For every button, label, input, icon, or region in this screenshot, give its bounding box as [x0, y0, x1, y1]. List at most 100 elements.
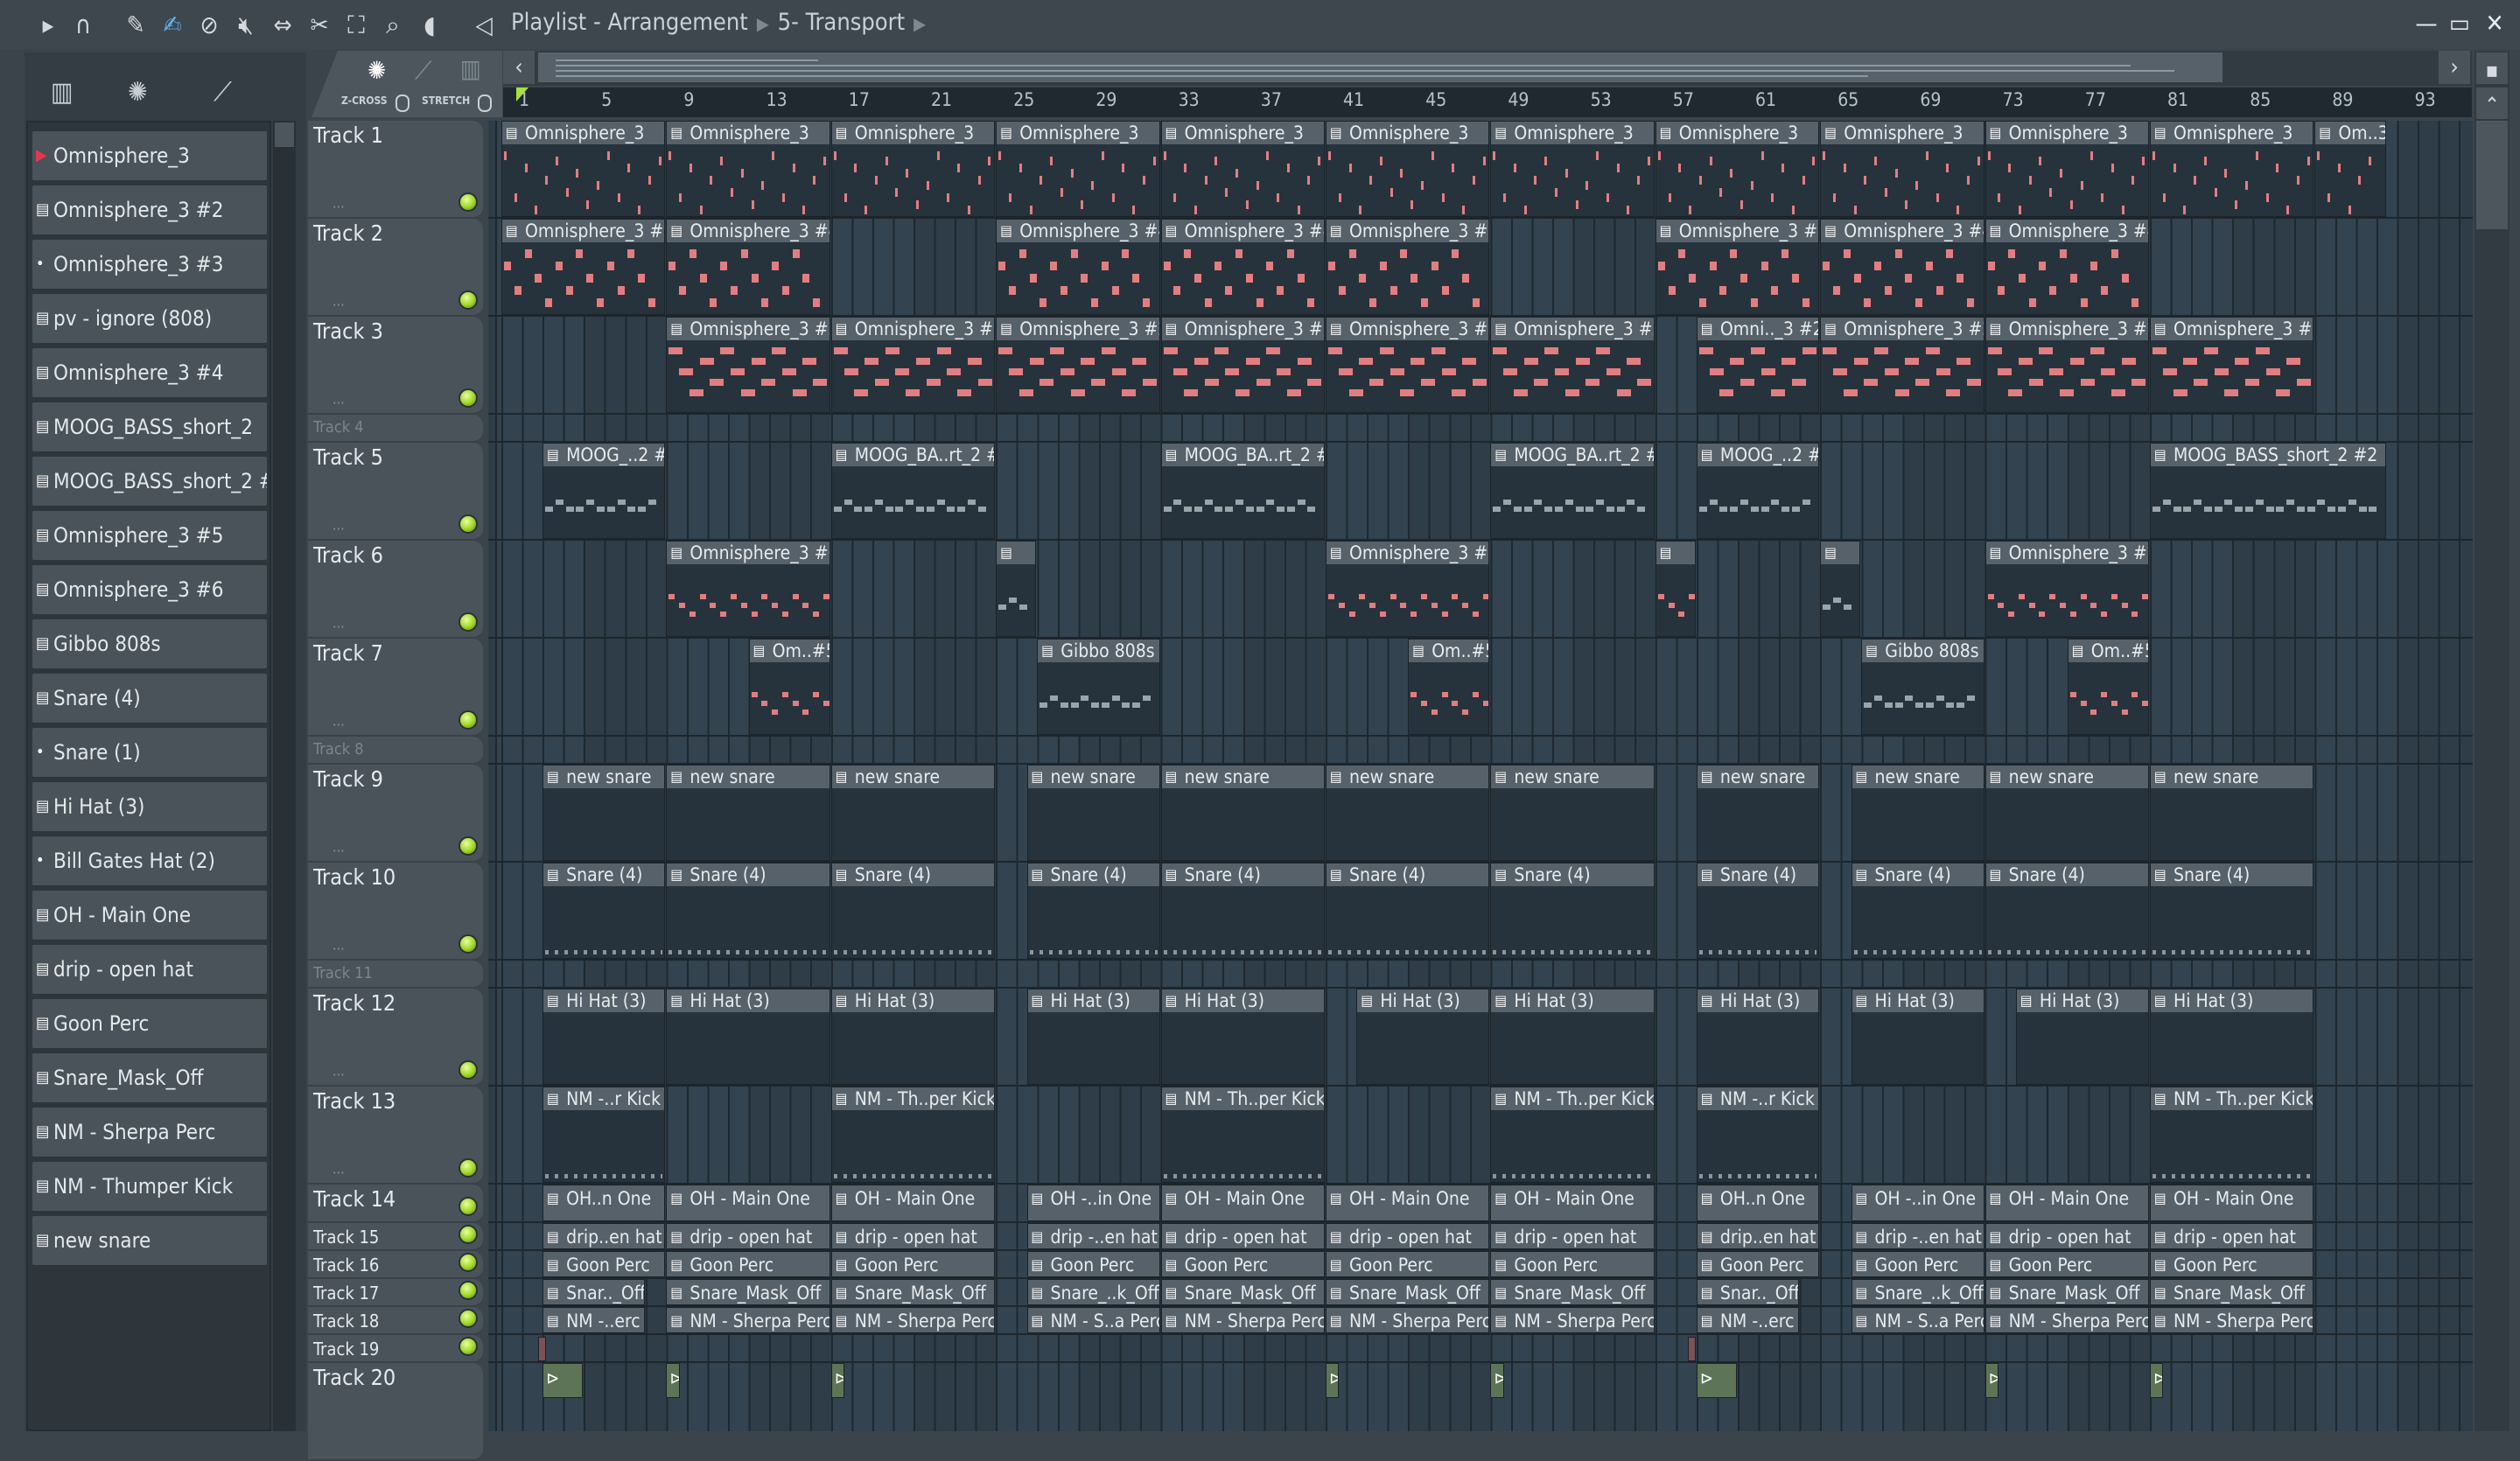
- slice-icon[interactable]: ✂: [304, 10, 334, 40]
- clip-header[interactable]: ▤ drip - open hat: [1161, 1224, 1324, 1248]
- pattern-clip[interactable]: ▤ Omnisphere_3 #2: [1820, 317, 1984, 413]
- track-header[interactable]: Track 8: [308, 737, 483, 765]
- clip-header[interactable]: ▤ Hi Hat (3): [831, 989, 995, 1012]
- clip-header[interactable]: ▤ Omnisphere_3 #2: [2151, 318, 2314, 340]
- slip-icon[interactable]: ⇔: [268, 10, 298, 40]
- clip-header[interactable]: ▤ Snare (4): [1161, 863, 1324, 886]
- clip-header[interactable]: ▤ Omnisphere_3 #4: [997, 220, 1159, 242]
- clip-header[interactable]: ▤ Gibbo 808s: [1038, 640, 1159, 662]
- track-enable-led[interactable]: [458, 1060, 478, 1080]
- pattern-clip[interactable]: ▤ MOOG_BA..rt_2 #2: [1490, 443, 1655, 539]
- pattern-clip[interactable]: ▤ NM - Th..per Kick: [830, 1087, 996, 1183]
- clip-header[interactable]: ▤ Omnisphere_3 #4: [1656, 220, 1819, 242]
- vertical-scroll-thumb[interactable]: [2476, 121, 2508, 229]
- track-row[interactable]: ▤ NM -..r Kick ▤ NM - Th..per Kick ▤ NM - Th.…: [488, 1087, 2473, 1185]
- pattern-clip[interactable]: ▤ NM - Th..per Kick: [1490, 1087, 1655, 1183]
- clip-header[interactable]: ▤ Omnisphere_3 #4: [667, 220, 830, 242]
- pattern-clip[interactable]: ▤ OH - Main One: [666, 1185, 830, 1221]
- pattern-clip[interactable]: ▤ Omnisphere_3 #4: [501, 219, 666, 315]
- clip-header[interactable]: ▤ MOOG_BA..rt_2 #2: [1491, 444, 1654, 466]
- pattern-clip[interactable]: ▤ drip -..en hat: [1026, 1223, 1160, 1249]
- clip-header[interactable]: ▤ Goon Perc: [1697, 1252, 1819, 1276]
- pattern-clip[interactable]: ▤ NM - Sherpa Perc: [666, 1307, 830, 1333]
- pattern-clip[interactable]: ▤ NM -..erc: [1696, 1307, 1799, 1333]
- clip-header[interactable]: ▤ NM - Th..per Kick: [831, 1087, 995, 1110]
- clip-header[interactable]: ▤ Snare (4): [1852, 863, 1984, 886]
- clip-header[interactable]: ▤ Hi Hat (3): [667, 989, 830, 1012]
- automation-clip[interactable]: ⊳: [1696, 1363, 1737, 1398]
- pattern-clip[interactable]: ▤ Gibbo 808s: [1861, 639, 1984, 735]
- pattern-clip[interactable]: ▤ Goon Perc: [830, 1251, 996, 1277]
- track-header[interactable]: Track 18: [308, 1307, 483, 1335]
- pattern-clip[interactable]: ▤ Snare (4): [1160, 863, 1325, 959]
- scroll-right-button[interactable]: ›: [2439, 51, 2470, 84]
- pattern-clip[interactable]: ▤ Hi Hat (3): [1356, 989, 1490, 1085]
- clip-header[interactable]: ▤ drip - open hat: [667, 1224, 830, 1248]
- clip-header[interactable]: ▤ OH - Main One: [1161, 1185, 1324, 1220]
- pattern-clip[interactable]: ▤ Snare (4): [542, 863, 666, 959]
- clip-header[interactable]: ▤ OH -..in One: [1852, 1185, 1984, 1220]
- pattern-clip[interactable]: ▤ MOOG_BA..rt_2 #2: [830, 443, 996, 539]
- pattern-clip[interactable]: ▤ OH..n One: [1696, 1185, 1820, 1221]
- pattern-clip[interactable]: ▤ Snare (4): [1490, 863, 1655, 959]
- scroll-thumb[interactable]: [275, 122, 294, 147]
- pattern-clip[interactable]: ▤ NM -..erc: [542, 1307, 645, 1333]
- clip-header[interactable]: ▤ Omnisphere_3: [1985, 122, 2148, 144]
- pattern-clip[interactable]: ▤ Omnisphere_3 #4: [996, 219, 1160, 315]
- clip-header[interactable]: ▤ Hi Hat (3): [1852, 989, 1984, 1012]
- pattern-clip[interactable]: ▤ new snare: [1160, 765, 1325, 861]
- track-header[interactable]: Track 3 ···: [308, 317, 483, 415]
- pattern-clip[interactable]: ▤ Hi Hat (3): [2150, 989, 2314, 1085]
- marker-clip[interactable]: [538, 1337, 546, 1361]
- clip-header[interactable]: ▤ Goon Perc: [1852, 1252, 1984, 1276]
- track-enable-led[interactable]: [458, 612, 478, 632]
- track-row[interactable]: [488, 961, 2473, 989]
- track-options-icon[interactable]: ···: [332, 717, 345, 733]
- pattern-clip[interactable]: ▤ Snare (4): [1851, 863, 1984, 959]
- track-row[interactable]: ▤ Om..#5 ▤ Gibbo 808s ▤ Om..#5 ▤ Gibbo 808s ▤ Om.…: [488, 639, 2473, 737]
- zoom-icon[interactable]: ⌕: [378, 10, 408, 40]
- pattern-clip[interactable]: ▤ Omnisphere_3: [1820, 121, 1984, 217]
- clip-header[interactable]: ▤ Goon Perc: [1326, 1252, 1489, 1276]
- clip-header[interactable]: ▤ NM - Th..per Kick: [2151, 1087, 2314, 1110]
- clip-header[interactable]: ▤ drip - open hat: [1326, 1224, 1489, 1248]
- track-header[interactable]: Track 7 ···: [308, 639, 483, 737]
- track-enable-led[interactable]: [458, 934, 478, 954]
- vertical-scrollbar[interactable]: ▪ ⌃: [2474, 51, 2510, 1431]
- clip-header[interactable]: ▤ Goon Perc: [831, 1252, 995, 1276]
- pattern-clip[interactable]: ▤ Omnisphere_3 #4: [1160, 219, 1325, 315]
- pattern-clip[interactable]: ▤ Snare (4): [2150, 863, 2314, 959]
- pattern-clip[interactable]: ▤ OH -..in One: [1851, 1185, 1984, 1221]
- pattern-clip[interactable]: ▤ Gibbo 808s: [1037, 639, 1160, 735]
- pattern-clip[interactable]: ▤ Hi Hat (3): [666, 989, 830, 1085]
- marker-clip[interactable]: [1688, 1337, 1696, 1361]
- clip-header[interactable]: ▤ Snar.._Off: [543, 1280, 644, 1304]
- track-enable-led[interactable]: [458, 290, 478, 310]
- pattern-clip[interactable]: ▤ OH - Main One: [1490, 1185, 1655, 1221]
- track-row[interactable]: [488, 737, 2473, 765]
- pattern-clip[interactable]: ▤ Omnisphere_3 #2: [666, 317, 830, 413]
- clip-header[interactable]: ▤ Omnisphere_3: [1491, 122, 1654, 144]
- pattern-item[interactable]: ▤ drip - open hat: [32, 945, 267, 994]
- scroll-up-button[interactable]: ⌃: [2476, 87, 2508, 119]
- clip-header[interactable]: ▤ NM - Sherpa Perc: [1161, 1308, 1324, 1332]
- pattern-clip[interactable]: ▤ drip - open hat: [1984, 1223, 2149, 1249]
- pattern-clip[interactable]: ▤ MOOG_..2 #2: [542, 443, 666, 539]
- clip-header[interactable]: ▤ Snare_Mask_Off: [1491, 1280, 1654, 1304]
- automation-filter-icon[interactable]: ⟋: [214, 77, 232, 108]
- pattern-clip[interactable]: ▤ Goon Perc: [542, 1251, 666, 1277]
- clip-header[interactable]: ▤ Omnisphere_3 #2: [1491, 318, 1654, 340]
- clip-header[interactable]: ▤ Omnisphere_3: [997, 122, 1159, 144]
- pattern-item[interactable]: ▤ NM - Thumper Kick: [32, 1162, 267, 1211]
- clip-header[interactable]: ▤ drip - open hat: [2151, 1224, 2314, 1248]
- mute-icon[interactable]: 🔇︎: [231, 10, 261, 40]
- clip-header[interactable]: ▤ Omnisphere_3: [1326, 122, 1489, 144]
- clip-header[interactable]: ▤ OH..n One: [1697, 1185, 1819, 1220]
- overview-thumb[interactable]: [538, 52, 2222, 82]
- clip-header[interactable]: ▤ drip..en hat: [1697, 1224, 1819, 1248]
- clip-header[interactable]: ▤ new snare: [1326, 765, 1489, 788]
- pattern-clip[interactable]: ▤ Omnisphere_3 #4: [1984, 219, 2149, 315]
- clip-header[interactable]: ▤ OH..n One: [543, 1185, 665, 1220]
- pattern-clip[interactable]: ▤ Snare_Mask_Off: [1160, 1279, 1325, 1305]
- clip-header[interactable]: ▤ Hi Hat (3): [1491, 989, 1654, 1012]
